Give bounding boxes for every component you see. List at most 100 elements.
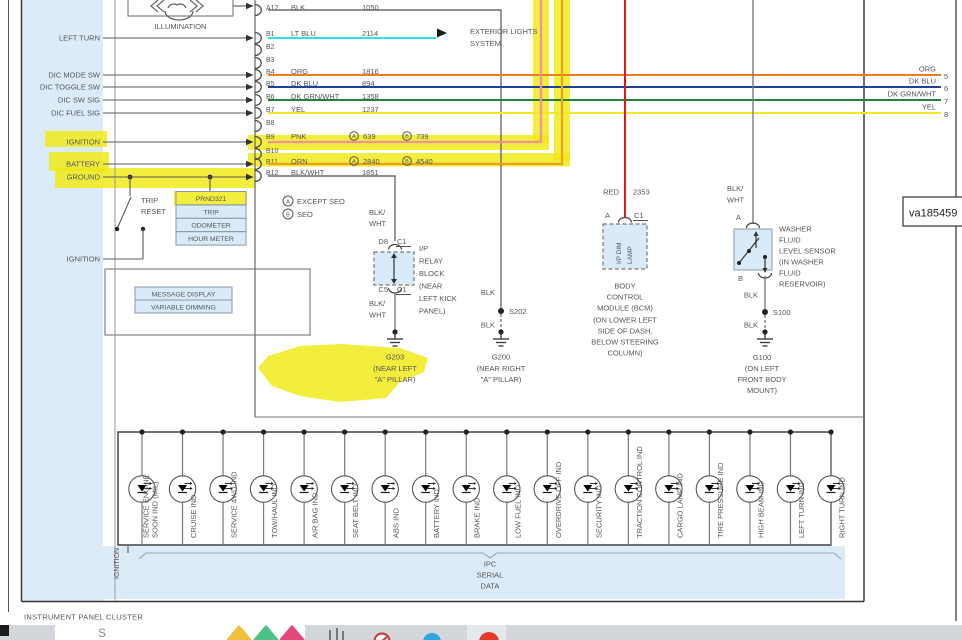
g100-loc3: MOUNT) bbox=[747, 386, 777, 395]
app-tile[interactable] bbox=[467, 625, 506, 640]
trip-reset-line2: RESET bbox=[141, 207, 166, 216]
diagram-shape: A bbox=[352, 159, 356, 165]
wire-name-B5: DK BLU bbox=[291, 79, 318, 88]
indicator-label-15: HIGH BEAM IND bbox=[756, 480, 765, 538]
bus-junction-16 bbox=[788, 429, 793, 434]
illumination-label: ILLUMINATION bbox=[155, 22, 207, 31]
relay-name-4: (NEAR bbox=[419, 282, 443, 291]
partial-text-icon[interactable] bbox=[328, 628, 354, 640]
message-display-label: MESSAGE DISPLAY bbox=[152, 291, 216, 298]
signal-label-battery: BATTERY bbox=[66, 160, 100, 169]
ipc-bottom-panel bbox=[103, 546, 845, 599]
diagram-shape: B bbox=[405, 159, 409, 165]
taskbar-window-preview[interactable]: S bbox=[55, 625, 305, 640]
arrow-into-a12 bbox=[246, 3, 254, 9]
washer-blk1: BLK bbox=[744, 291, 758, 300]
illumination-box bbox=[128, 0, 233, 16]
signal-arrow-icon bbox=[246, 84, 254, 90]
circuit-B7: 1237 bbox=[362, 105, 379, 114]
indicator-label-7: BATTERY IND bbox=[432, 489, 441, 538]
bus-junction-2 bbox=[220, 429, 225, 434]
blocked-badge-icon[interactable] bbox=[372, 631, 394, 640]
wire-name-A12: BLK bbox=[291, 3, 305, 12]
indicator-label-17: RIGHT TURN IND bbox=[838, 476, 847, 538]
ground-symbols bbox=[387, 329, 773, 346]
circuit-B6: 1358 bbox=[362, 92, 379, 101]
bus-junction-9 bbox=[504, 429, 509, 434]
indicator-label-9: LOW FUEL IND bbox=[513, 484, 522, 538]
diagram-shape: A bbox=[352, 134, 356, 140]
bus-junction-11 bbox=[585, 429, 590, 434]
signal-label-ground: GROUND bbox=[67, 173, 101, 182]
bcm-dashed-box bbox=[603, 224, 647, 269]
ipc-serial-2: SERIAL bbox=[477, 571, 504, 580]
triangles-logo-icon bbox=[227, 625, 309, 640]
illumination-symbol: ILLUMINATION bbox=[128, 0, 254, 31]
display-module: MESSAGE DISPLAY VARIABLE DIMMING bbox=[105, 269, 310, 335]
taskbar-partial-icon[interactable] bbox=[0, 625, 9, 636]
signal-arrow-icon bbox=[246, 72, 254, 78]
g203-loc1: (NEAR LEFT bbox=[373, 364, 417, 373]
exit-wire-label-8: YEL bbox=[922, 103, 936, 112]
pin-label-B1: B1 bbox=[266, 31, 275, 38]
bcm-pin-c1: C1 bbox=[634, 211, 644, 220]
lamp-icon bbox=[151, 0, 203, 20]
indicator-label-11: SECURITY IND bbox=[594, 485, 603, 538]
indicator-label-10: OVERDRIVE OFF IND bbox=[554, 461, 563, 538]
ip-dim-lamp-2: LAMP bbox=[627, 246, 634, 264]
wiring-diagram: ILLUMINATION EXTERIOR LIGHTS SYSTEM A EX… bbox=[0, 0, 962, 624]
bus-junction-12 bbox=[626, 429, 631, 434]
relay-name-5: LEFT KICK bbox=[419, 294, 457, 303]
bus-junction-14 bbox=[707, 429, 712, 434]
s202-wire2-label: BLK bbox=[481, 321, 495, 330]
signal-label-left-turn: LEFT TURN bbox=[59, 34, 100, 43]
relay-wire-label2: WHT bbox=[369, 219, 386, 228]
relay-name-2: RELAY bbox=[419, 257, 443, 266]
g200-loc2: "A" PILLAR) bbox=[481, 375, 522, 384]
bus-junction-8 bbox=[464, 429, 469, 434]
s202-wire-label: BLK bbox=[481, 288, 495, 297]
bcm-name-1: BODY bbox=[614, 282, 635, 291]
relay-lower-wire2: WHT bbox=[369, 311, 386, 320]
bcm-name-6: BELOW STEERING bbox=[591, 338, 659, 347]
pin-arc-B1 bbox=[255, 33, 261, 44]
signal-label-dic-toggle-sw: DIC TOGGLE SW bbox=[40, 83, 101, 92]
washer-blk2: BLK bbox=[744, 321, 758, 330]
variable-dimming-label: VARIABLE DIMMING bbox=[151, 304, 216, 311]
exterior-lights-line1: EXTERIOR LIGHTS bbox=[470, 27, 538, 36]
circuit-a-B9: 639 bbox=[363, 132, 376, 141]
washer-name-5: FLUID bbox=[779, 269, 801, 278]
ref-tag-box[interactable]: va185459 bbox=[903, 197, 962, 226]
wire-name-B1: LT BLU bbox=[291, 29, 316, 38]
relay-lower-wire1: BLK/ bbox=[369, 299, 386, 308]
washer-pin-a: A bbox=[736, 213, 741, 222]
washer-name-1: WASHER bbox=[779, 225, 812, 234]
indicator-label2-0: SOON IND (MIL) bbox=[151, 481, 160, 538]
exit-pin-5: 5 bbox=[944, 72, 948, 81]
diagram-shape bbox=[151, 0, 164, 12]
pin-arc-B4 bbox=[255, 70, 261, 81]
legend: A EXCEPT SEO B SEO bbox=[283, 196, 345, 219]
g203-label: G203 bbox=[386, 353, 404, 362]
bus-junction-17 bbox=[828, 429, 833, 434]
component-title: INSTRUMENT PANEL CLUSTER bbox=[24, 613, 143, 622]
diagram-shape bbox=[168, 4, 186, 8]
diagram-shape bbox=[763, 255, 767, 259]
red-app-icon bbox=[477, 631, 501, 640]
circuit-b-B11: 4540 bbox=[416, 157, 433, 166]
wire-name-B6: DK GRN/WHT bbox=[291, 92, 340, 101]
screenshot-root: ILLUMINATION EXTERIOR LIGHTS SYSTEM A EX… bbox=[0, 0, 962, 640]
blue-app-icon[interactable] bbox=[421, 632, 445, 640]
pin-arc-B5 bbox=[255, 82, 261, 93]
indicator-label-14: TIRE PRESSURE IND bbox=[716, 462, 725, 538]
circuit-a-B11: 2840 bbox=[363, 157, 380, 166]
pin-arc-B7 bbox=[255, 108, 261, 119]
window-preview-text: S bbox=[98, 626, 106, 640]
signal-label-dic-sw-sig: DIC SW SIG bbox=[58, 96, 100, 105]
g200-label: G200 bbox=[492, 353, 510, 362]
g100-label: G100 bbox=[753, 353, 771, 362]
ip-dim-lamp-1: I/P DIM bbox=[616, 242, 623, 264]
indicator-label-8: BRAKE IND bbox=[473, 497, 482, 538]
s202-label: S202 bbox=[509, 307, 527, 316]
s202-splice bbox=[498, 308, 504, 314]
